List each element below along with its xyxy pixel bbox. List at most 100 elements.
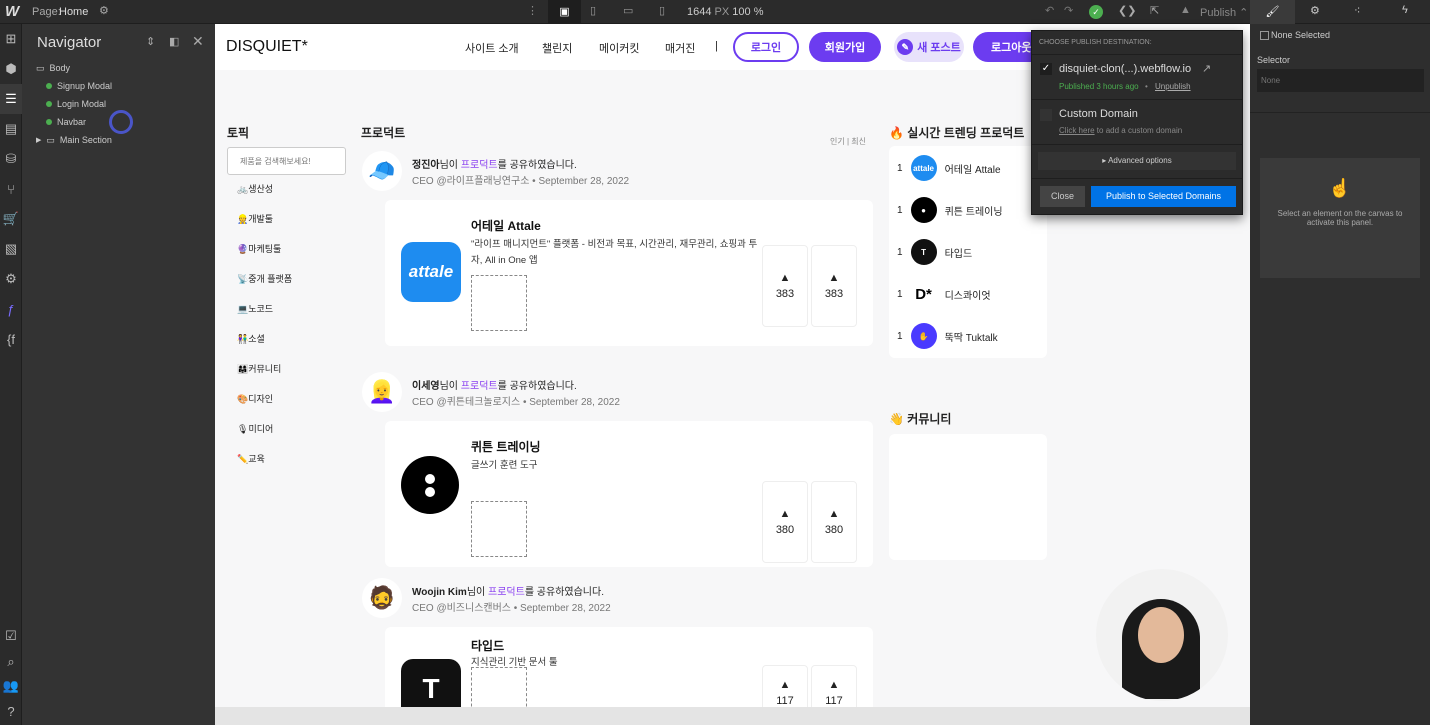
assets-icon[interactable]: ▧ bbox=[0, 234, 22, 264]
webflow-logo[interactable]: W bbox=[5, 3, 19, 20]
selector-input[interactable] bbox=[1257, 69, 1424, 92]
navigator-icon[interactable]: ☰ bbox=[0, 84, 22, 114]
trending-name: 디스콰이엇 bbox=[944, 290, 991, 302]
click-here-link[interactable]: Click here bbox=[1059, 126, 1095, 135]
symbols-cube-icon[interactable]: ⬢ bbox=[0, 54, 22, 84]
audit-check-icon[interactable]: ☑ bbox=[0, 624, 22, 648]
close-button[interactable]: Close bbox=[1040, 186, 1085, 207]
nav-item-signup-modal[interactable]: Signup Modal bbox=[36, 77, 211, 95]
author-name[interactable]: 정진아 bbox=[412, 160, 440, 171]
upvote-count-button[interactable]: ▲ 383 bbox=[811, 245, 857, 327]
settings-icon[interactable]: ⚙ bbox=[0, 264, 22, 294]
external-link-icon[interactable]: ↗ bbox=[1202, 62, 1211, 75]
publish-selected-button[interactable]: Publish to Selected Domains bbox=[1091, 186, 1236, 207]
style-panel: None Selected Selector ☝ Select an eleme… bbox=[1250, 24, 1430, 725]
dock-panel-icon[interactable]: ◧ bbox=[169, 35, 179, 48]
export-icon[interactable]: ⇱ bbox=[1150, 4, 1159, 17]
nav-item-navbar[interactable]: Navbar bbox=[36, 110, 211, 134]
topic-item[interactable]: 👷개발툴 bbox=[237, 212, 273, 225]
author-avatar[interactable]: 🧢 bbox=[362, 151, 402, 191]
webflow-domain-checkbox[interactable]: ✓ bbox=[1040, 63, 1052, 75]
product-name[interactable]: 어테일 Attale bbox=[471, 217, 541, 234]
help-icon[interactable]: ? bbox=[0, 699, 22, 723]
trending-item[interactable]: 1 ✋ 뚝딱 Tuktalk bbox=[897, 323, 998, 349]
nav-link-magazine[interactable]: 매거진 bbox=[665, 40, 695, 56]
author-name[interactable]: Woojin Kim bbox=[412, 587, 467, 598]
upvote-button[interactable]: ▲ 380 bbox=[762, 481, 808, 563]
product-search-input[interactable] bbox=[227, 147, 346, 175]
logic-icon[interactable]: ⑂ bbox=[0, 174, 22, 204]
trending-item[interactable]: 1 T 타입드 bbox=[897, 239, 972, 265]
author-avatar[interactable]: 🧔 bbox=[362, 578, 402, 618]
new-post-button[interactable]: ✎ 새 포스트 bbox=[894, 32, 964, 62]
add-icon[interactable]: ⊞ bbox=[0, 24, 22, 54]
upvote-count-button[interactable]: ▲ 380 bbox=[811, 481, 857, 563]
trending-rank: 1 bbox=[897, 204, 903, 216]
trending-item[interactable]: 1 attale 어테일 Attale bbox=[897, 155, 1001, 181]
product-name[interactable]: 퀴튼 트레이닝 bbox=[471, 438, 541, 455]
settings-tab-gear-icon[interactable]: ⚙ bbox=[1310, 4, 1320, 17]
nav-item-body[interactable]: ▭ Body bbox=[36, 59, 211, 77]
trending-item[interactable]: 1 D* 디스콰이엇 bbox=[897, 281, 991, 307]
topic-item[interactable]: 🔮마케팅툴 bbox=[237, 242, 281, 255]
trending-item[interactable]: 1 ● 퀴튼 트레이닝 bbox=[897, 197, 1003, 223]
status-check-icon[interactable]: ✓ bbox=[1089, 5, 1103, 19]
topic-item[interactable]: 🎙미디어 bbox=[237, 422, 273, 435]
nav-link-challenge[interactable]: 챌린지 bbox=[542, 40, 572, 56]
more-icon[interactable]: ⋮ bbox=[527, 4, 538, 17]
login-button[interactable]: 로그인 bbox=[733, 32, 799, 62]
author-name[interactable]: 이세영 bbox=[412, 381, 440, 392]
undo-icon[interactable]: ↶ bbox=[1045, 4, 1054, 17]
canvas-bottom-bar bbox=[215, 707, 1250, 725]
sort-toggle[interactable]: 인기 | 최신 bbox=[830, 136, 866, 147]
publish-button[interactable]: Publish ⌃ bbox=[1200, 6, 1248, 19]
interactions-tab-icon[interactable]: ⁖ bbox=[1354, 4, 1360, 17]
topic-item[interactable]: 👫소셜 bbox=[237, 332, 265, 345]
upvote-button[interactable]: ▲ 383 bbox=[762, 245, 808, 327]
nav-link-about[interactable]: 사이트 소개 bbox=[465, 40, 519, 56]
product-card[interactable]: 퀴튼 트레이닝 글쓰기 훈련 도구 ▲ 380 ▲ 380 bbox=[385, 421, 873, 567]
topic-item[interactable]: ✏️교육 bbox=[237, 452, 265, 465]
close-icon[interactable]: ✕ bbox=[192, 33, 204, 50]
product-link[interactable]: 프로덕트 bbox=[461, 160, 498, 171]
page-selector[interactable]: Home bbox=[59, 6, 88, 18]
custom-code-icon[interactable]: {f bbox=[0, 324, 22, 354]
landscape-breakpoint-icon[interactable]: ▭ bbox=[623, 4, 633, 17]
topic-item[interactable]: 💻노코드 bbox=[237, 302, 273, 315]
none-selected-label: None Selected bbox=[1271, 30, 1331, 40]
desktop-breakpoint-icon[interactable]: ▣ bbox=[548, 0, 581, 24]
search-icon[interactable]: ⌕ bbox=[0, 650, 22, 674]
author-avatar[interactable]: 👱‍♀️ bbox=[362, 372, 402, 412]
topic-item[interactable]: 👩‍👩‍👧커뮤니티 bbox=[237, 362, 281, 375]
unpublish-link[interactable]: Unpublish bbox=[1155, 82, 1191, 91]
users-icon[interactable]: 👥 bbox=[0, 674, 22, 698]
product-link[interactable]: 프로덕트 bbox=[461, 381, 498, 392]
topic-item[interactable]: 🚲생산성 bbox=[237, 182, 273, 195]
font-icon[interactable]: ƒ bbox=[0, 294, 22, 324]
ecommerce-cart-icon[interactable]: 🛒 bbox=[0, 204, 22, 234]
site-logo[interactable]: DISQUIET* bbox=[226, 38, 308, 56]
lightning-tab-icon[interactable]: ϟ bbox=[1402, 4, 1408, 16]
product-link[interactable]: 프로덕트 bbox=[488, 587, 525, 598]
navigator-title: Navigator bbox=[37, 34, 102, 51]
redo-icon[interactable]: ↷ bbox=[1064, 4, 1073, 17]
product-card[interactable]: attale 어테일 Attale "라이프 매니지먼트" 플랫폼 - 비전과 … bbox=[385, 200, 873, 346]
nav-link-makerkit[interactable]: 메이커킷 bbox=[599, 40, 639, 56]
mobile-breakpoint-icon[interactable]: ▯ bbox=[659, 4, 665, 17]
topic-item[interactable]: 📡중개 플랫폼 bbox=[237, 272, 292, 285]
advanced-options-toggle[interactable]: ▸ Advanced options bbox=[1038, 152, 1236, 170]
caret-right-icon[interactable]: ▶ bbox=[36, 136, 41, 144]
signup-button[interactable]: 회원가입 bbox=[809, 32, 881, 62]
topic-item[interactable]: 🎨디자인 bbox=[237, 392, 273, 405]
custom-domain-hint: Click here to add a custom domain bbox=[1059, 126, 1183, 135]
pages-icon[interactable]: ▤ bbox=[0, 114, 22, 144]
style-tab-brush-icon[interactable]: 🖌 bbox=[1250, 0, 1295, 24]
product-name[interactable]: 타입드 bbox=[471, 637, 504, 654]
cms-icon[interactable]: ⛁ bbox=[0, 144, 22, 174]
page-settings-icon[interactable]: ⚙ bbox=[99, 4, 109, 17]
none-selected-checkbox[interactable] bbox=[1260, 31, 1269, 40]
code-icon[interactable]: ❮❯ bbox=[1118, 4, 1136, 17]
custom-domain-checkbox[interactable] bbox=[1040, 109, 1052, 121]
tablet-breakpoint-icon[interactable]: ▯ bbox=[590, 4, 596, 17]
expand-collapse-icon[interactable]: ⇕ bbox=[146, 35, 155, 48]
